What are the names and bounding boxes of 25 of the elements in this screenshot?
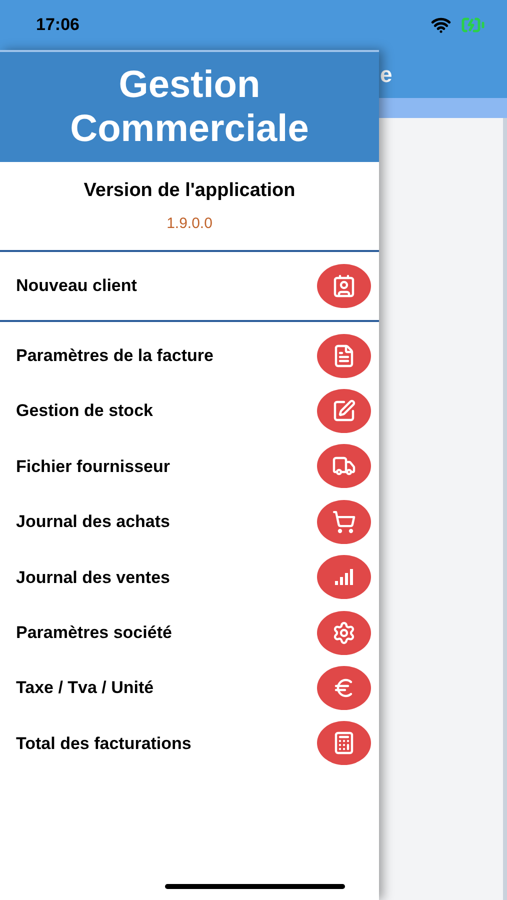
menu-item-label: Taxe / Tva / Unité	[16, 677, 154, 700]
contact-card-badge-icon	[317, 264, 371, 308]
version-label: Version de l'application	[84, 178, 296, 202]
menu-item-label: Nouveau client	[16, 275, 137, 298]
menu-item-label: Journal des achats	[16, 511, 170, 534]
menu-item-label: Gestion de stock	[16, 400, 153, 422]
version-number: 1.9.0.0	[166, 214, 212, 234]
menu-item-label: Paramètres de la facture	[16, 344, 214, 367]
menu-item-label: Fichier fournisseur	[16, 456, 170, 478]
app-title: Gestion Commerciale	[69, 63, 310, 151]
menu-item[interactable]: Taxe / Tva / Unité	[0, 660, 379, 716]
menu-item[interactable]: Paramètres société	[0, 604, 379, 660]
menu-item[interactable]: Journal des achats	[0, 494, 379, 550]
menu-item[interactable]: Paramètres de la facture	[0, 328, 379, 384]
menu-item[interactable]: Nouveau client	[0, 252, 379, 320]
menu-item[interactable]: Journal des ventes	[0, 550, 379, 605]
wifi-icon	[431, 15, 451, 35]
menu-item[interactable]: Total des facturations	[0, 716, 379, 772]
menu-item[interactable]: Fichier fournisseur	[0, 438, 379, 494]
status-time: 17:06	[36, 14, 80, 36]
navigation-title: e	[380, 60, 392, 88]
menu-item-label: Journal des ventes	[16, 566, 170, 588]
menu-item-label: Total des facturations	[16, 732, 192, 755]
menu-item[interactable]: Gestion de stock	[0, 383, 379, 439]
menu-item-label: Paramètres société	[16, 622, 172, 644]
